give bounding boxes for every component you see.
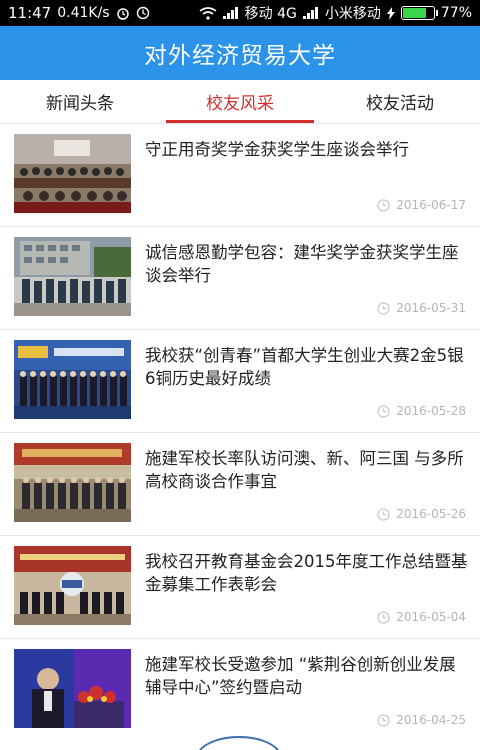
news-date: 2016-05-28 (377, 404, 466, 418)
news-title: 施建军校长率队访问澳、新、阿三国 与多所高校商谈合作事宜 (145, 449, 464, 491)
news-title: 我校召开教育基金会2015年度工作总结暨基金募集工作表彰会 (145, 552, 468, 594)
tab-news-headlines[interactable]: 新闻头条 (0, 80, 160, 123)
news-date: 2016-05-26 (377, 507, 466, 521)
alarm-icon (116, 6, 130, 20)
signal-icon (222, 7, 239, 19)
status-left: 11:47 0.41K/s (8, 4, 150, 22)
tab-label: 校友风采 (206, 94, 274, 114)
news-item[interactable]: 施建军校长率队访问澳、新、阿三国 与多所高校商谈合作事宜 2016-05-26 (0, 433, 480, 536)
app-title: 对外经济贸易大学 (144, 43, 336, 69)
clock-icon (377, 198, 390, 212)
news-date-text: 2016-05-28 (396, 404, 466, 418)
news-thumbnail (14, 649, 131, 728)
news-date: 2016-05-04 (377, 610, 466, 624)
alarm-clock-icon (136, 6, 150, 20)
news-date: 2016-06-17 (377, 198, 466, 212)
battery-percent: 77% (440, 5, 472, 21)
tab-bar: 新闻头条 校友风采 校友活动 (0, 80, 480, 124)
news-date: 2016-04-25 (377, 713, 466, 727)
battery-fill (402, 8, 426, 18)
signal-icon-2 (302, 7, 319, 19)
status-bar: 11:47 0.41K/s 移动 4G 小米移动 77% (0, 0, 480, 26)
tab-label: 校友活动 (366, 94, 434, 114)
wifi-icon (199, 6, 217, 20)
news-date: 2016-05-31 (377, 301, 466, 315)
status-time: 11:47 (8, 4, 52, 22)
news-item[interactable]: 我校获“创青春”首都大学生创业大赛2金5银6铜历史最好成绩 2016-05-28 (0, 330, 480, 433)
news-item[interactable]: 施建军校长受邀参加 “紫荆谷创新创业发展辅导中心”签约暨启动 2016-04-2… (0, 639, 480, 742)
clock-icon (377, 301, 390, 315)
news-thumbnail (14, 443, 131, 522)
news-title: 施建军校长受邀参加 “紫荆谷创新创业发展辅导中心”签约暨启动 (145, 655, 456, 697)
news-title: 诚信感恩勤学包容：建华奖学金获奖学生座谈会举行 (145, 243, 459, 285)
news-thumbnail (14, 134, 131, 213)
clock-icon (377, 404, 390, 418)
tab-label: 新闻头条 (46, 94, 114, 114)
status-right: 移动 4G 小米移动 77% (199, 3, 472, 23)
news-date-text: 2016-05-31 (396, 301, 466, 315)
carrier-1: 移动 4G (244, 6, 297, 22)
app-header: 对外经济贸易大学 (0, 26, 480, 80)
bottom-nav-peek (0, 736, 480, 750)
clock-icon (377, 610, 390, 624)
carrier-2: 小米移动 (324, 6, 381, 22)
news-date-text: 2016-05-26 (396, 507, 466, 521)
university-logo-icon[interactable] (196, 736, 282, 750)
clock-icon (377, 507, 390, 521)
news-item[interactable]: 守正用奇奖学金获奖学生座谈会举行 2016-06-17 (0, 124, 480, 227)
battery-icon (400, 6, 438, 20)
news-title: 守正用奇奖学金获奖学生座谈会举行 (145, 140, 409, 159)
network-speed: 0.41K/s (57, 5, 110, 21)
clock-icon (377, 713, 390, 727)
news-date-text: 2016-05-04 (396, 610, 466, 624)
news-item[interactable]: 诚信感恩勤学包容：建华奖学金获奖学生座谈会举行 2016-05-31 (0, 227, 480, 330)
news-thumbnail (14, 237, 131, 316)
news-title: 我校获“创青春”首都大学生创业大赛2金5银6铜历史最好成绩 (145, 346, 464, 388)
tab-alumni-style[interactable]: 校友风采 (160, 80, 320, 123)
news-thumbnail (14, 546, 131, 625)
news-date-text: 2016-06-17 (396, 198, 466, 212)
tab-alumni-activities[interactable]: 校友活动 (320, 80, 480, 123)
charging-icon (386, 6, 395, 20)
news-date-text: 2016-04-25 (396, 713, 466, 727)
news-item[interactable]: 我校召开教育基金会2015年度工作总结暨基金募集工作表彰会 2016-05-04 (0, 536, 480, 639)
news-list[interactable]: 守正用奇奖学金获奖学生座谈会举行 2016-06-17 诚信感恩勤学包容：建华奖… (0, 124, 480, 750)
news-thumbnail (14, 340, 131, 419)
